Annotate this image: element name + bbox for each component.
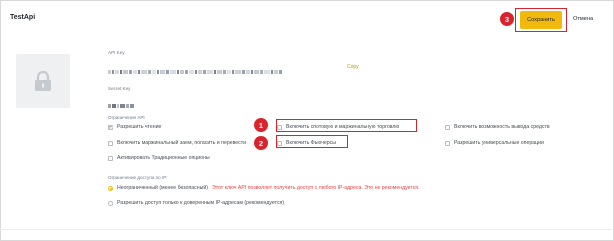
highlight-save <box>515 8 567 32</box>
api-restrictions-label: Ограничения API <box>108 115 145 120</box>
enable-margin-loan-label: Включить маржинальный заем, погасить и п… <box>117 140 247 146</box>
ip-trusted-option[interactable]: Разрешить доступ только к доверенным IP-… <box>108 200 284 206</box>
enable-reading-option[interactable]: Разрешить чтение <box>108 124 161 130</box>
enable-withdrawals-checkbox[interactable] <box>445 124 450 130</box>
secret-key-value-masked <box>108 97 135 108</box>
permit-universal-option[interactable]: Разрешить универсальные операции <box>445 140 544 146</box>
enable-reading-checkbox[interactable] <box>108 124 113 130</box>
callout-badge-3: 3 <box>500 12 514 26</box>
copy-api-key-button[interactable]: Copy <box>347 64 359 70</box>
permit-universal-label: Разрешить универсальные операции <box>454 140 544 146</box>
enable-margin-loan-checkbox[interactable] <box>108 140 113 146</box>
ip-unrestricted-radio[interactable] <box>108 185 113 191</box>
api-avatar <box>16 54 70 108</box>
api-key-label: API Key <box>108 50 125 55</box>
highlight-futures <box>276 135 348 148</box>
cancel-button[interactable]: Отмена <box>573 16 593 22</box>
ip-trusted-radio[interactable] <box>108 200 113 206</box>
activate-options-checkbox[interactable] <box>108 155 113 161</box>
api-name-title: TestApi <box>10 14 36 21</box>
enable-withdrawals-label: Включить возможность вывода средств <box>454 124 550 130</box>
activate-options-option[interactable]: Активировать Традиционные опционы <box>108 155 210 161</box>
enable-reading-label: Разрешить чтение <box>117 124 162 130</box>
highlight-spot-margin <box>276 119 417 132</box>
secret-key-label: Secret Key <box>108 86 131 91</box>
ip-unrestricted-label: Неограниченный (менее безопасный) <box>117 185 208 191</box>
ip-unrestricted-warning: Этот ключ API позволяет получить доступ … <box>211 185 420 191</box>
callout-badge-2: 2 <box>254 136 268 150</box>
activate-options-label: Активировать Традиционные опционы <box>117 155 210 161</box>
api-key-value-masked <box>108 63 283 74</box>
ip-unrestricted-option[interactable]: Неограниченный (менее безопасный) Этот к… <box>108 185 420 191</box>
callout-badge-1: 1 <box>254 118 268 132</box>
ip-trusted-label: Разрешить доступ только к доверенным IP-… <box>117 200 285 206</box>
lock-icon <box>35 70 51 91</box>
enable-withdrawals-option[interactable]: Включить возможность вывода средств <box>445 124 550 130</box>
permit-universal-checkbox[interactable] <box>445 140 450 146</box>
bottom-divider <box>0 229 612 230</box>
enable-margin-loan-option[interactable]: Включить маржинальный заем, погасить и п… <box>108 140 274 146</box>
ip-access-label: Ограничение доступа по IP: <box>108 175 168 180</box>
